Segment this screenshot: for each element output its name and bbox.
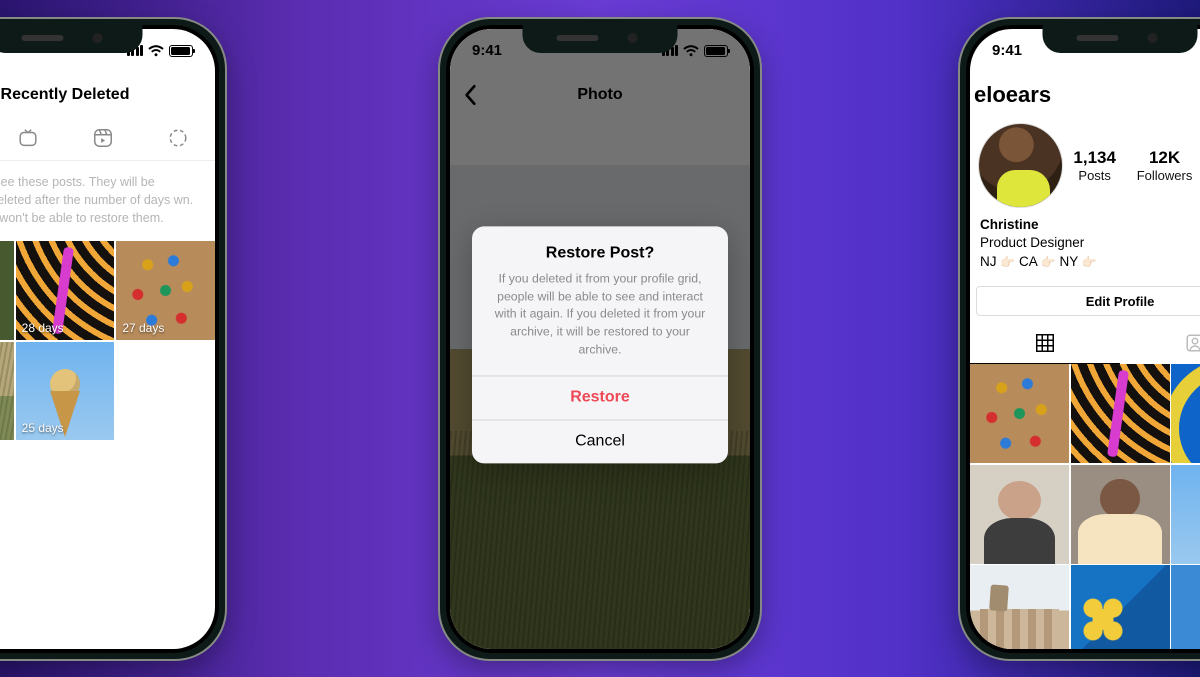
days-label: 28 days: [22, 321, 64, 335]
phone-profile: 9:41 eloears 1,134Posts 12KFollowers 1,7…: [960, 19, 1200, 659]
grid-item[interactable]: [1171, 465, 1200, 564]
days-label: 25 days: [22, 421, 64, 435]
device-notch: [523, 25, 678, 53]
info-text: Only you can see these posts. They will …: [0, 161, 215, 241]
deleted-item[interactable]: [0, 342, 14, 441]
tab-reels[interactable]: [65, 117, 140, 160]
page-title: Recently Deleted: [0, 73, 215, 117]
deleted-type-tabs: [0, 117, 215, 161]
bio-line: Product Designer: [980, 234, 1200, 253]
phone-restore-dialog: 9:41 Photo eloears •••: [440, 19, 760, 659]
cancel-button[interactable]: Cancel: [472, 419, 728, 463]
tab-grid[interactable]: [970, 322, 1120, 364]
grid-item[interactable]: [970, 565, 1069, 648]
grid-item[interactable]: [1171, 565, 1200, 648]
days-label: 27 days: [122, 321, 164, 335]
battery-icon: [169, 45, 193, 57]
profile-header: eloears: [970, 73, 1200, 117]
grid-item[interactable]: [1071, 565, 1170, 648]
deleted-item[interactable]: 25 days: [16, 342, 115, 441]
edit-profile-button[interactable]: Edit Profile: [976, 286, 1200, 316]
device-notch: [1043, 25, 1198, 53]
tab-tagged[interactable]: [1120, 322, 1200, 364]
wifi-icon: [148, 45, 164, 57]
status-time: 9:41: [992, 42, 1022, 59]
bio-name: Christine: [980, 216, 1200, 235]
profile-stats: 1,134Posts 12KFollowers 1,75Followi: [1063, 148, 1200, 183]
grid-item[interactable]: [1071, 364, 1170, 463]
tab-stories[interactable]: [140, 117, 215, 160]
profile-bio: Christine Product Designer NJ 👉🏻 CA 👉🏻 N…: [970, 208, 1200, 281]
alert-body: If you deleted it from your profile grid…: [472, 266, 728, 375]
profile-tabs: [970, 322, 1200, 364]
deleted-item[interactable]: [0, 241, 14, 340]
deleted-item[interactable]: 28 days: [16, 241, 115, 340]
device-notch: [0, 25, 143, 53]
avatar[interactable]: [978, 123, 1063, 208]
restore-button[interactable]: Restore: [472, 375, 728, 419]
restore-alert: Restore Post? If you deleted it from you…: [472, 226, 728, 463]
alert-title: Restore Post?: [472, 226, 728, 266]
phone-recently-deleted: Recently Deleted Only you can see these …: [0, 19, 225, 659]
profile-grid: [970, 364, 1200, 648]
grid-item[interactable]: [1171, 364, 1200, 463]
deleted-grid: 28 days 27 days 25 days: [0, 241, 215, 440]
grid-item[interactable]: [970, 364, 1069, 463]
bio-location: NJ 👉🏻 CA 👉🏻 NY 👉🏻: [980, 253, 1200, 272]
deleted-item[interactable]: 27 days: [116, 241, 215, 340]
stat-posts[interactable]: 1,134Posts: [1073, 148, 1116, 183]
stat-followers[interactable]: 12KFollowers: [1137, 148, 1193, 183]
grid-item[interactable]: [1071, 465, 1170, 564]
grid-item[interactable]: [970, 465, 1069, 564]
tab-igtv[interactable]: [0, 117, 65, 160]
profile-username[interactable]: eloears: [974, 82, 1051, 108]
